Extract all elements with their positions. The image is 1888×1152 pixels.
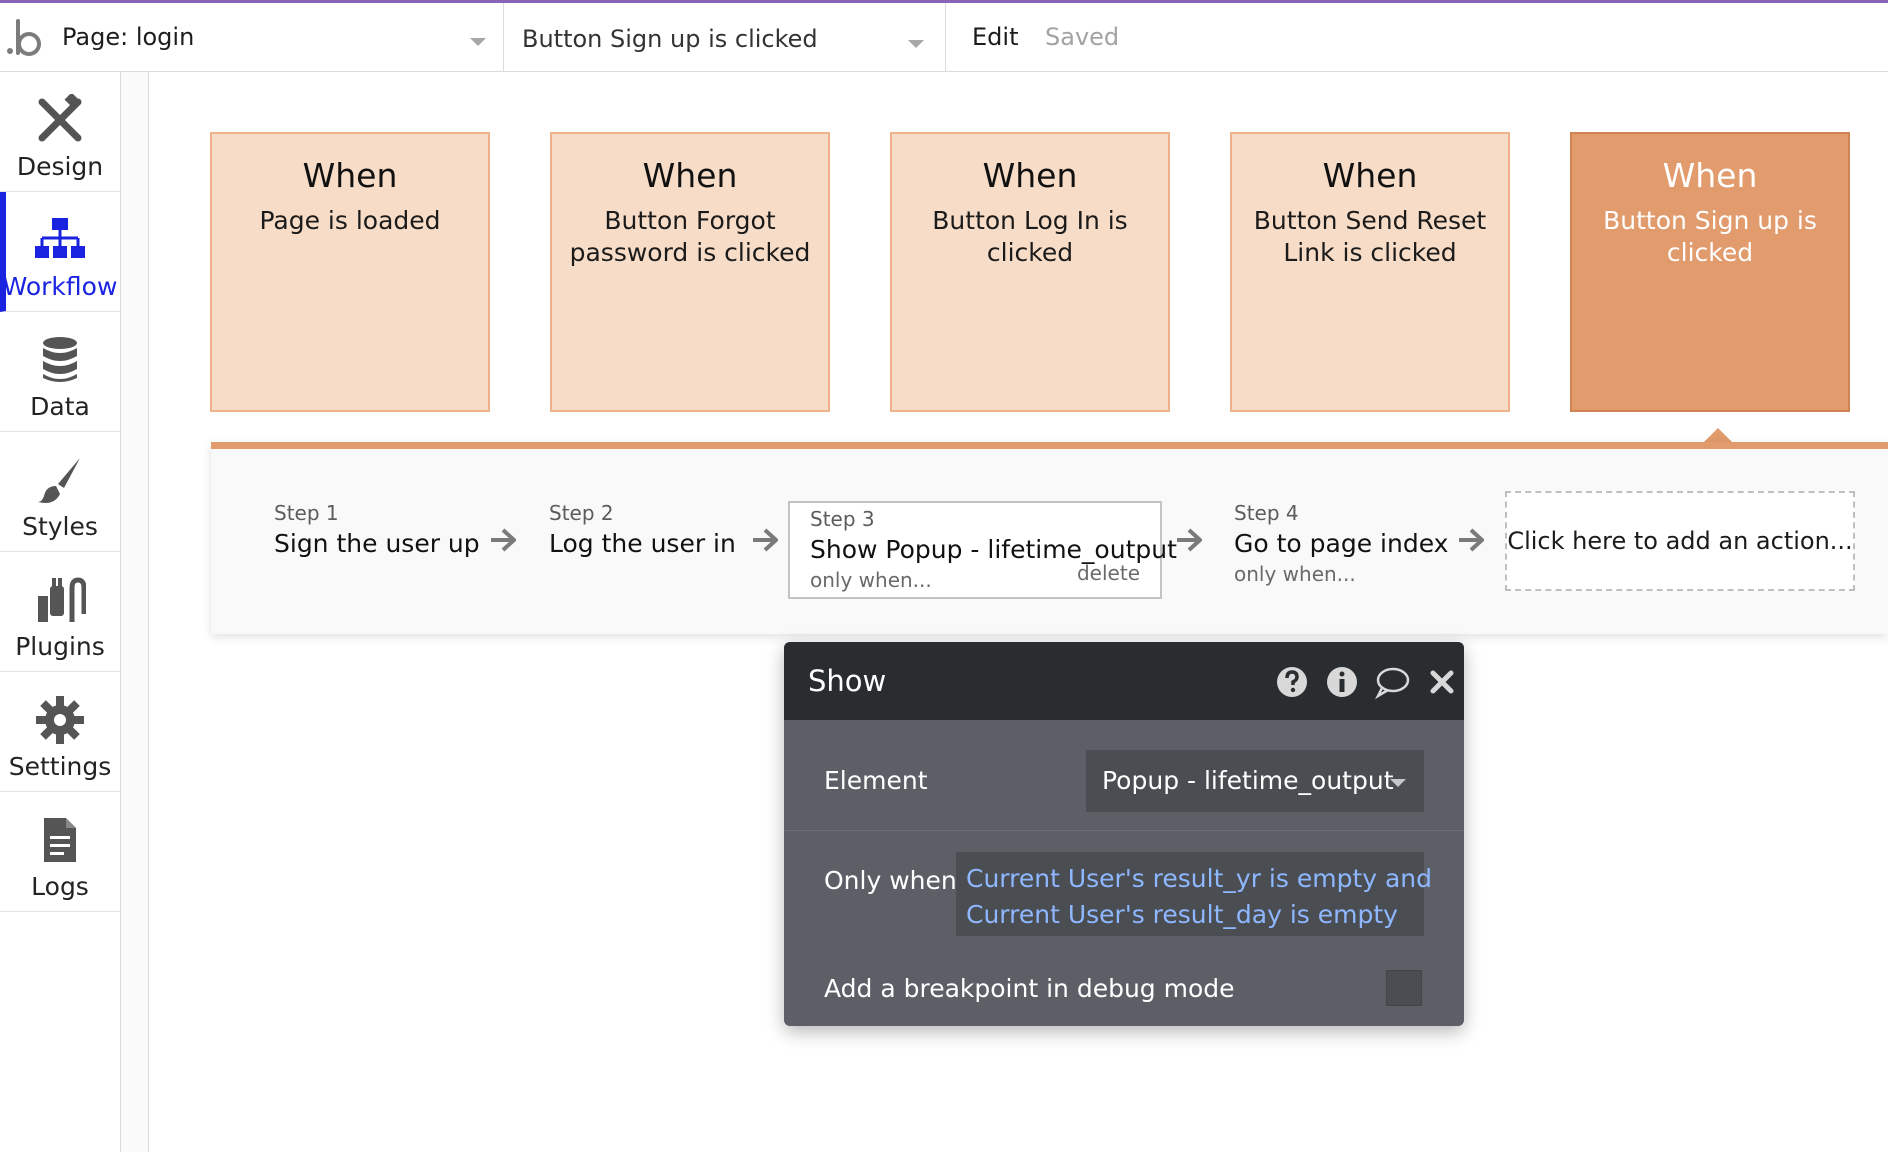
breakpoint-checkbox[interactable] (1386, 970, 1422, 1006)
event-description: Button Forgot password is clicked (569, 206, 811, 267)
chevron-down-icon (908, 40, 924, 48)
sidebar-item-logs[interactable]: Logs (0, 792, 120, 912)
workflow-step-1[interactable]: Step 1 Sign the user up (274, 501, 480, 558)
sidebar: Design Workflow Data Styles Plugins Sett… (0, 72, 121, 1152)
delete-step-link[interactable]: delete (1077, 561, 1140, 585)
step-number: Step 3 (810, 507, 875, 531)
sidebar-item-settings[interactable]: Settings (0, 672, 120, 792)
step-number: Step 1 (274, 501, 339, 525)
event-selector-label: Button Sign up is clicked (522, 25, 818, 53)
event-card-selected[interactable]: When Button Sign up is clicked (1570, 132, 1850, 412)
event-when-label: When (1662, 156, 1758, 195)
sidebar-item-workflow[interactable]: Workflow (0, 192, 120, 312)
condition-line: Current User's result_day is empty (966, 900, 1398, 929)
bubble-logo-icon[interactable] (4, 15, 48, 63)
sidebar-item-plugins[interactable]: Plugins (0, 552, 120, 672)
saved-status: Saved (1045, 23, 1120, 51)
sidebar-item-label: Plugins (15, 632, 105, 661)
sidebar-item-label: Styles (22, 512, 98, 541)
element-label: Element (824, 766, 928, 795)
element-dropdown-value: Popup - lifetime_output (1102, 766, 1394, 795)
panel-header-icons (1274, 664, 1454, 700)
page-selector[interactable]: Page: login (50, 3, 504, 72)
event-card[interactable]: When Button Send Reset Link is clicked (1230, 132, 1510, 412)
document-icon (44, 818, 76, 862)
add-action-button[interactable]: Click here to add an action... (1505, 491, 1855, 591)
chevron-down-icon (470, 38, 486, 46)
divider (784, 830, 1464, 831)
plug-icon (38, 577, 86, 622)
breakpoint-label: Add a breakpoint in debug mode (824, 974, 1235, 1003)
step-number: Step 2 (549, 501, 614, 525)
event-when-label: When (642, 156, 738, 195)
sidebar-item-label: Data (30, 392, 90, 421)
edit-menu[interactable]: Edit (972, 23, 1018, 51)
condition-line: Current User's result_yr is empty and (966, 864, 1433, 893)
sidebar-item-design[interactable]: Design (0, 72, 120, 192)
sidebar-item-data[interactable]: Data (0, 312, 120, 432)
workflow-step-4[interactable]: Step 4 Go to page index only when... (1234, 501, 1448, 586)
help-icon[interactable] (1274, 664, 1310, 700)
workflow-step-3[interactable]: Step 3 Show Popup - lifetime_output only… (788, 501, 1177, 599)
workflow-step-2[interactable]: Step 2 Log the user in (549, 501, 736, 558)
workflow-actions-strip: Step 1 Sign the user up Step 2 Log the u… (211, 442, 1888, 634)
sidebar-item-label: Settings (8, 752, 112, 781)
close-icon[interactable] (1424, 664, 1460, 700)
event-card[interactable]: When Page is loaded (210, 132, 490, 412)
event-when-label: When (302, 156, 398, 195)
arrow-right-icon (1459, 528, 1484, 552)
event-description: Button Send Reset Link is clicked (1253, 206, 1487, 267)
sidebar-item-label: Design (16, 152, 104, 181)
event-description: Button Log In is clicked (932, 206, 1128, 267)
top-bar: Page: login Button Sign up is clicked Ed… (0, 0, 1888, 72)
database-icon (43, 337, 77, 382)
event-when-label: When (1322, 156, 1418, 195)
design-icon (38, 94, 82, 142)
sidebar-item-label: Logs (31, 872, 89, 901)
only-when-condition-input[interactable]: Current User's result_yr is empty and Cu… (956, 852, 1432, 936)
sidebar-item-styles[interactable]: Styles (0, 432, 120, 552)
arrow-right-icon (1177, 528, 1202, 552)
arrow-right-icon (753, 528, 778, 552)
step-name: Log the user in (549, 529, 736, 558)
canvas-gutter (121, 72, 149, 1152)
step-number: Step 4 (1234, 501, 1299, 525)
panel-title: Show (808, 664, 887, 698)
comment-icon[interactable] (1374, 664, 1410, 700)
event-selector[interactable]: Button Sign up is clicked (504, 3, 946, 72)
page-selector-label: Page: login (62, 23, 195, 51)
event-card[interactable]: When Button Forgot password is clicked (550, 132, 830, 412)
event-when-label: When (982, 156, 1078, 195)
panel-header: Show (784, 642, 1464, 720)
chevron-down-icon (1390, 779, 1406, 787)
selected-event-pointer (1704, 428, 1732, 442)
gear-icon (36, 696, 84, 744)
brush-icon (38, 458, 80, 503)
event-description: Page is loaded (259, 206, 441, 235)
only-when-label: Only when (824, 866, 957, 895)
sidebar-item-label: Workflow (2, 272, 118, 301)
element-dropdown[interactable]: Popup - lifetime_output (1086, 750, 1424, 812)
step-condition-link[interactable]: only when... (1234, 562, 1448, 586)
event-description: Button Sign up is clicked (1603, 206, 1817, 267)
step-name: Sign the user up (274, 529, 480, 558)
step-name: Go to page index (1234, 529, 1449, 558)
event-card[interactable]: When Button Log In is clicked (890, 132, 1170, 412)
action-properties-panel: Show Element Popup - lifetime_output Onl… (784, 642, 1464, 1026)
step-name: Show Popup - lifetime_output (810, 535, 1177, 564)
arrow-right-icon (491, 528, 516, 552)
workflow-icon (35, 218, 85, 258)
info-icon[interactable] (1324, 664, 1360, 700)
